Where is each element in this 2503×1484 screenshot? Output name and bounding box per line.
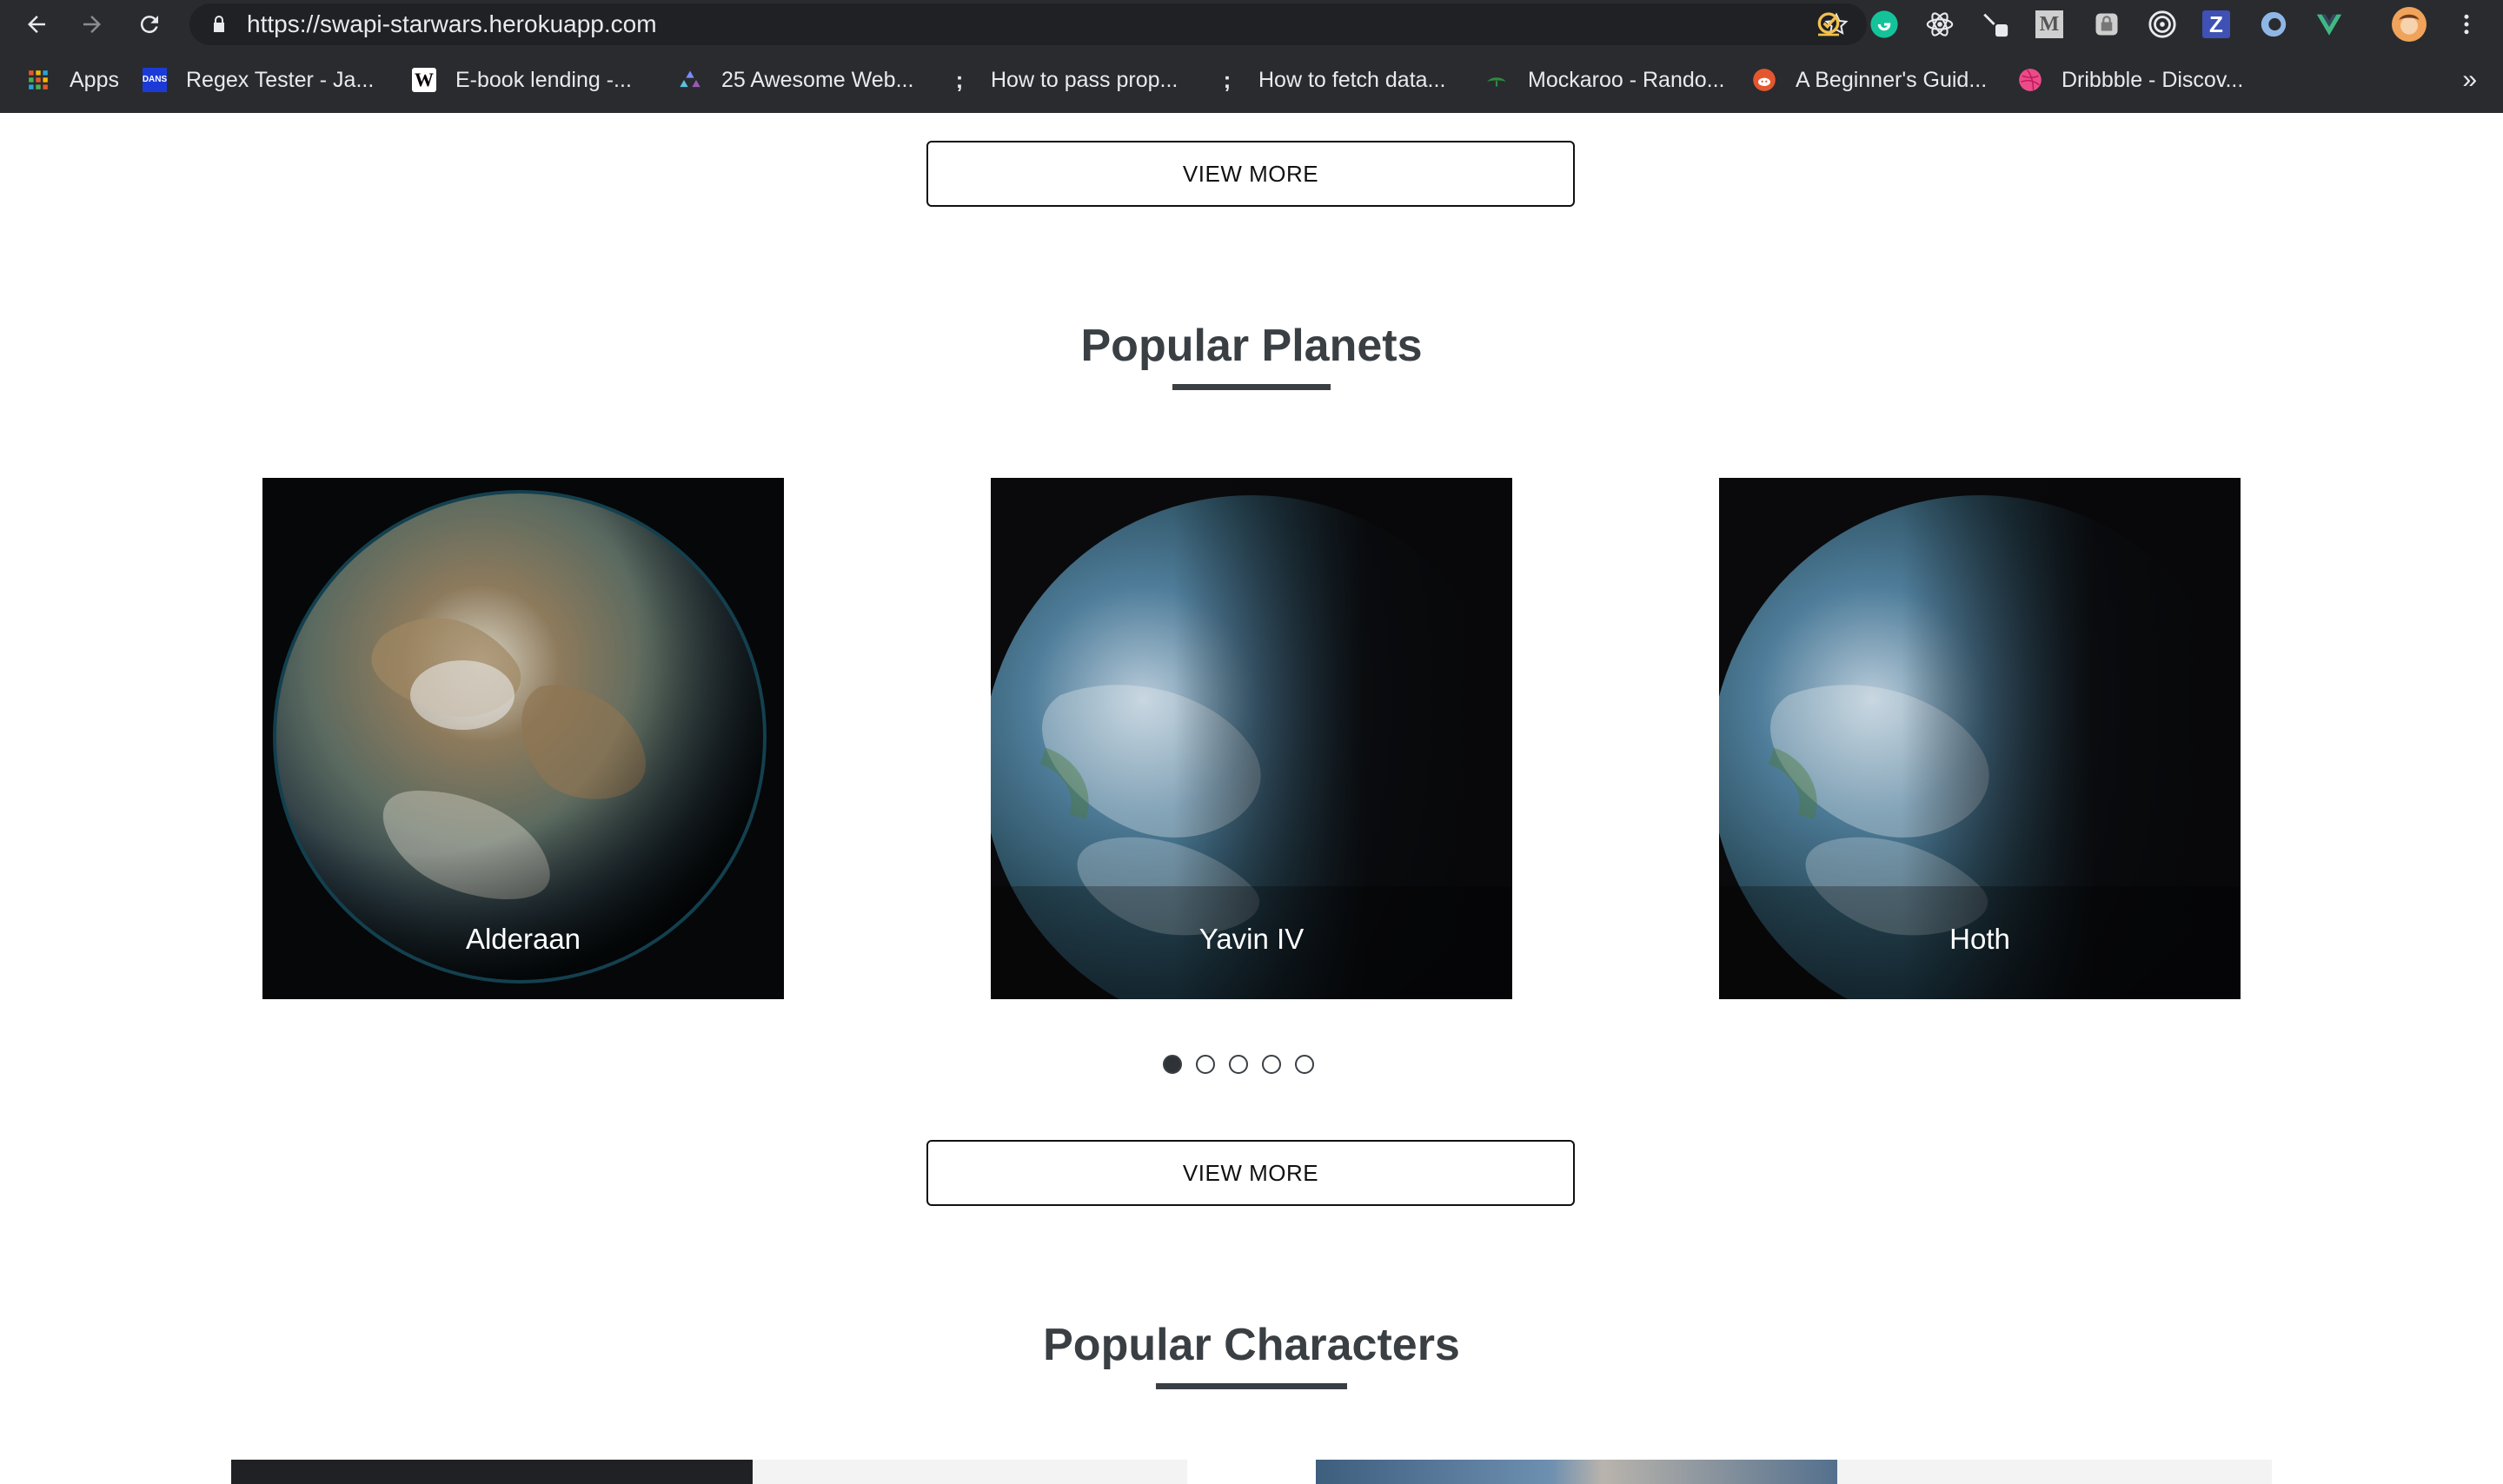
reddit-icon — [1752, 68, 1776, 92]
bookmark-mockaroo[interactable]: Mockaroo - Rando... — [1484, 56, 1725, 104]
planet-name: Yavin IV — [1198, 923, 1305, 955]
bookmark-pass-props[interactable]: ; How to pass prop... — [947, 56, 1178, 104]
medium-icon[interactable]: M — [2035, 10, 2063, 38]
section-title-planets: Popular Planets — [1080, 321, 1423, 371]
planet-name: Hoth — [1949, 923, 2010, 955]
bookmark-beginners-guide[interactable]: A Beginner's Guid... — [1752, 56, 1987, 104]
bookmark-label: E-book lending -... — [455, 67, 632, 92]
semicolon-icon: ; — [1223, 66, 1232, 93]
bookmark-dribbble[interactable]: Dribbble - Discov... — [2018, 56, 2243, 104]
bookmark-regex-tester[interactable]: DANS Regex Tester - Ja... — [143, 56, 374, 104]
bookmark-label: Dribbble - Discov... — [2061, 67, 2244, 92]
pen-extension-icon[interactable] — [1980, 9, 2011, 40]
wikipedia-icon: W — [412, 68, 436, 92]
character-info — [1837, 1460, 2272, 1484]
bookmark-awesome-web[interactable]: 25 Awesome Web... — [678, 56, 913, 104]
bookmark-label: A Beginner's Guid... — [1796, 67, 1988, 92]
bookmark-ebook-lending[interactable]: W E-book lending -... — [412, 56, 632, 104]
title-underline — [1156, 1383, 1347, 1389]
bookmark-label: 25 Awesome Web... — [721, 67, 914, 92]
bookmark-fetch-data[interactable]: ; How to fetch data... — [1215, 56, 1446, 104]
lock-extension-icon[interactable] — [2091, 9, 2122, 40]
planet-card[interactable]: Yavin IV — [991, 478, 1512, 999]
browser-chrome: https://swapi-starwars.herokuapp.com M Z — [0, 0, 2503, 113]
planet-name: Alderaan — [465, 923, 581, 955]
lock-icon — [214, 16, 224, 32]
react-devtools-icon[interactable] — [1924, 9, 1955, 40]
reload-button[interactable] — [132, 7, 167, 42]
url-text: https://swapi-starwars.herokuapp.com — [247, 10, 657, 37]
character-card[interactable] — [231, 1460, 1187, 1484]
browser-toolbar: https://swapi-starwars.herokuapp.com M Z — [0, 0, 2503, 49]
bookmarks-bar: Apps DANS Regex Tester - Ja... W E-book … — [0, 56, 2503, 104]
planet-image — [262, 478, 784, 999]
bookmark-label: Apps — [70, 67, 119, 92]
arrow-right-icon — [83, 16, 101, 33]
dans-tools-icon: DANS — [143, 68, 167, 92]
reload-icon — [140, 16, 158, 34]
vue-devtools-icon[interactable] — [2314, 9, 2345, 40]
carousel-dot[interactable] — [1262, 1055, 1281, 1074]
view-more-button[interactable]: VIEW MORE — [926, 1140, 1575, 1206]
bookmark-label: How to fetch data... — [1258, 67, 1446, 92]
page-content: VIEW MORE Popular Planets Alderaan Yavin… — [0, 113, 2503, 1484]
bookmark-apps[interactable]: Apps — [26, 56, 119, 104]
drop-icon[interactable] — [2258, 9, 2289, 40]
bookmark-label: Mockaroo - Rando... — [1528, 67, 1725, 92]
title-underline — [1172, 384, 1331, 390]
apps-grid-icon — [26, 68, 50, 92]
arrow-left-icon — [28, 16, 45, 33]
carousel-dot[interactable] — [1196, 1055, 1215, 1074]
bookmark-label: How to pass prop... — [991, 67, 1178, 92]
carousel-dot[interactable] — [1229, 1055, 1248, 1074]
profile-avatar-icon[interactable] — [2392, 7, 2427, 42]
dribbble-icon — [2018, 68, 2042, 92]
checkmark-extension-icon[interactable] — [1813, 9, 1844, 40]
character-image — [231, 1460, 753, 1484]
semicolon-icon: ; — [955, 66, 964, 93]
mockaroo-icon — [1484, 68, 1509, 92]
bookmarks-overflow-button[interactable]: » — [2462, 56, 2477, 104]
menu-kebab-icon[interactable] — [2451, 9, 2482, 40]
triangles-icon — [678, 68, 702, 92]
z-extension-icon[interactable]: Z — [2202, 10, 2230, 38]
character-info — [753, 1460, 1187, 1484]
section-title-characters: Popular Characters — [1043, 1320, 1460, 1370]
forward-button[interactable] — [75, 7, 110, 42]
carousel-pagination — [1163, 1055, 1314, 1077]
grammarly-icon[interactable] — [1869, 9, 1900, 40]
view-more-button[interactable]: VIEW MORE — [926, 141, 1575, 207]
carousel-dot-active[interactable] — [1163, 1055, 1182, 1074]
planet-card[interactable]: Alderaan — [262, 478, 784, 999]
carousel-dot[interactable] — [1295, 1055, 1314, 1074]
planet-card[interactable]: Hoth — [1719, 478, 2241, 999]
target-icon[interactable] — [2147, 9, 2178, 40]
back-button[interactable] — [19, 7, 54, 42]
address-bar[interactable]: https://swapi-starwars.herokuapp.com — [189, 3, 1867, 45]
bookmark-label: Regex Tester - Ja... — [186, 67, 375, 92]
character-image — [1316, 1460, 1837, 1484]
character-card[interactable] — [1316, 1460, 2272, 1484]
